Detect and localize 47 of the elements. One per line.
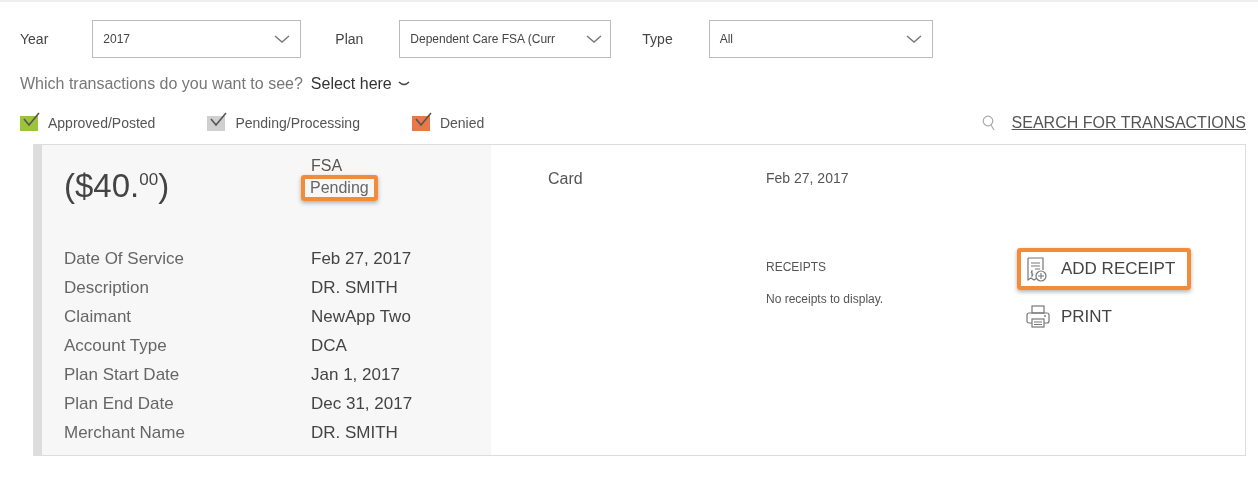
filter-label: Type xyxy=(642,31,673,47)
dropdown[interactable]: 2017 xyxy=(92,20,302,58)
detail-label: Claimant xyxy=(64,307,133,327)
printer-icon xyxy=(1025,304,1051,330)
chevron-down-icon xyxy=(586,34,603,44)
detail-value: DR. SMITH xyxy=(311,423,399,443)
filter-label: Plan xyxy=(335,31,364,47)
legend-label: Approved/Posted xyxy=(48,115,156,131)
checkbox[interactable] xyxy=(207,115,226,131)
chevron-down-icon xyxy=(397,80,410,88)
receipts-heading: RECEIPTS xyxy=(766,260,827,274)
checkbox[interactable] xyxy=(411,115,430,131)
detail-value: DR. SMITH xyxy=(311,278,399,298)
detail-label: Account Type xyxy=(64,336,168,356)
select-here-dropdown[interactable]: Select here xyxy=(310,75,410,93)
chevron-down-icon xyxy=(274,34,291,44)
search-icon xyxy=(981,115,996,131)
dropdown[interactable]: All xyxy=(708,20,933,58)
detail-label: Date Of Service xyxy=(64,249,185,269)
detail-label: Merchant Name xyxy=(64,423,186,443)
legend-label: Denied xyxy=(439,115,485,131)
detail-value: Dec 31, 2017 xyxy=(311,394,414,414)
detail-label: Plan Start Date xyxy=(64,365,181,385)
checkbox[interactable] xyxy=(20,115,38,131)
plan-name: FSA xyxy=(311,157,344,175)
dropdown[interactable]: Dependent Care FSA (Curr xyxy=(399,20,612,58)
detail-value: DCA xyxy=(311,336,348,356)
payment-method: Card xyxy=(548,170,584,189)
detail-value: Jan 1, 2017 xyxy=(311,365,401,385)
chevron-down-icon xyxy=(905,34,922,44)
detail-label: Description xyxy=(64,278,151,298)
transaction-date: Feb 27, 2017 xyxy=(766,170,850,188)
legend-label: Pending/Processing xyxy=(235,115,360,131)
amount: ($40.$^{00}$) xyxy=(64,166,171,206)
add-receipt-button[interactable]: ADD RECEIPT xyxy=(1017,248,1192,290)
status-label: Pending xyxy=(301,175,378,201)
detail-label: Plan End Date xyxy=(64,394,175,414)
checkmark-icon xyxy=(22,111,40,128)
print-button[interactable]: PRINT xyxy=(1017,296,1128,338)
checkmark-icon xyxy=(209,111,228,128)
filter-label: Year xyxy=(20,31,49,47)
search-link[interactable]: SEARCH FOR TRANSACTIONS xyxy=(1011,114,1246,132)
question-text: Which transactions do you want to see? xyxy=(20,75,303,93)
empty-message: No receipts to display. xyxy=(766,292,885,306)
checkmark-icon xyxy=(413,111,432,128)
detail-value: Feb 27, 2017 xyxy=(311,249,413,269)
detail-value: NewApp Two xyxy=(311,307,412,327)
